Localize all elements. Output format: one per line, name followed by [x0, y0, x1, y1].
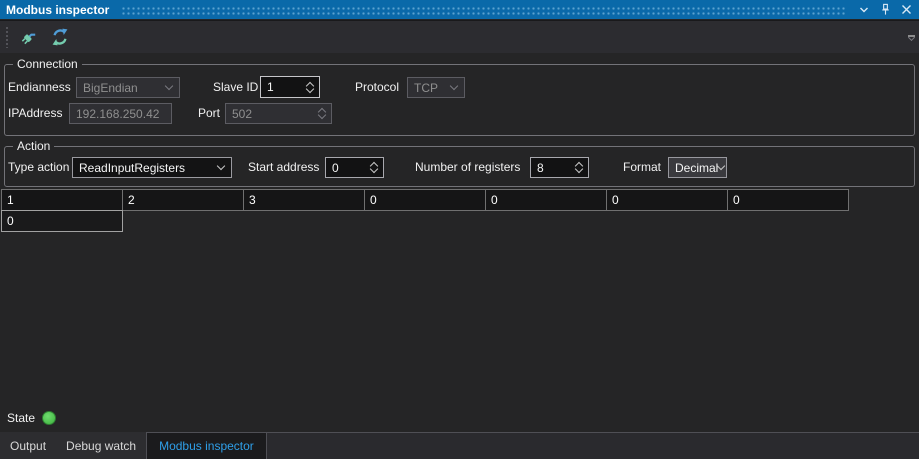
state-label: State — [7, 411, 35, 425]
panel-title: Modbus inspector — [6, 3, 109, 17]
connection-groupbox: Connection Endianness BigEndian Slave ID… — [4, 64, 915, 136]
register-row: 0 — [1, 210, 848, 232]
port-stepper[interactable]: 502 — [225, 103, 332, 124]
protocol-value: TCP — [414, 81, 438, 95]
chevron-down-icon — [450, 82, 458, 90]
slave-id-stepper[interactable]: 1 — [260, 76, 320, 98]
protocol-select[interactable]: TCP — [407, 77, 465, 98]
stepper-arrows[interactable] — [576, 163, 582, 172]
action-groupbox: Action Type action ReadInputRegisters St… — [4, 146, 915, 187]
start-address-stepper[interactable]: 0 — [325, 157, 384, 178]
state-indicator-dot — [42, 411, 56, 425]
plug-connect-icon — [19, 28, 38, 47]
start-address-label: Start address — [248, 157, 319, 178]
close-button[interactable] — [898, 2, 914, 18]
tabbar-filler — [267, 432, 919, 459]
action-group-label: Action — [13, 139, 54, 153]
slave-id-label: Slave ID — [213, 77, 258, 98]
chevron-down-icon — [717, 162, 725, 170]
stepper-arrows — [319, 109, 325, 118]
chevron-down-icon — [217, 162, 225, 170]
refresh-button[interactable] — [47, 24, 73, 50]
stepper-arrows[interactable] — [307, 83, 313, 92]
tab-modbus-inspector[interactable]: Modbus inspector — [146, 432, 267, 459]
toolbar-overflow-button[interactable] — [908, 35, 915, 40]
register-cell[interactable]: 3 — [243, 189, 365, 211]
endianness-label: Endianness — [8, 77, 71, 98]
type-action-select[interactable]: ReadInputRegisters — [72, 157, 232, 178]
format-label: Format — [623, 157, 661, 178]
close-icon — [901, 4, 912, 15]
num-registers-label: Number of registers — [415, 157, 520, 178]
endianness-value: BigEndian — [83, 81, 138, 95]
tab-debug-watch[interactable]: Debug watch — [56, 432, 146, 459]
registers-grid: 12300000 — [1, 189, 848, 232]
chevron-down-icon — [165, 82, 173, 90]
tool-window-titlebar: Modbus inspector — [0, 0, 919, 19]
type-action-value: ReadInputRegisters — [79, 161, 185, 175]
pin-icon — [879, 3, 892, 16]
register-cell[interactable]: 2 — [122, 189, 244, 211]
pin-button[interactable] — [877, 2, 893, 18]
start-address-value: 0 — [332, 161, 339, 175]
num-registers-stepper[interactable]: 8 — [530, 157, 589, 178]
ip-address-label: IPAddress — [8, 103, 62, 124]
port-value: 502 — [232, 107, 252, 121]
format-select[interactable]: Decimal — [668, 157, 727, 178]
register-cell[interactable]: 0 — [1, 210, 123, 232]
num-registers-value: 8 — [537, 161, 544, 175]
state-row: State — [7, 410, 56, 426]
format-value: Decimal — [675, 161, 718, 175]
chevron-down-icon — [858, 4, 870, 16]
register-cell[interactable]: 1 — [1, 189, 123, 211]
port-label: Port — [198, 103, 220, 124]
window-menu-button[interactable] — [856, 2, 872, 18]
register-cell[interactable]: 0 — [364, 189, 486, 211]
endianness-select[interactable]: BigEndian — [76, 77, 180, 98]
register-cell[interactable]: 0 — [727, 189, 849, 211]
panel-toolbar — [0, 20, 919, 53]
protocol-label: Protocol — [355, 77, 399, 98]
register-cell[interactable]: 0 — [485, 189, 607, 211]
slave-id-value: 1 — [267, 80, 274, 94]
stepper-arrows[interactable] — [371, 163, 377, 172]
titlebar-drag-grip[interactable] — [121, 5, 846, 16]
type-action-label: Type action — [8, 157, 69, 178]
connect-button[interactable] — [15, 24, 41, 50]
register-cell[interactable]: 0 — [606, 189, 728, 211]
refresh-icon — [51, 28, 69, 46]
toolbar-grip[interactable] — [5, 26, 9, 48]
connection-group-label: Connection — [13, 57, 82, 71]
tab-output[interactable]: Output — [0, 432, 56, 459]
ip-address-field[interactable] — [69, 103, 172, 124]
modbus-inspector-panel: Modbus inspector — [0, 0, 919, 459]
register-row: 1230000 — [1, 189, 848, 211]
bottom-tabbar: OutputDebug watchModbus inspector — [0, 432, 919, 459]
